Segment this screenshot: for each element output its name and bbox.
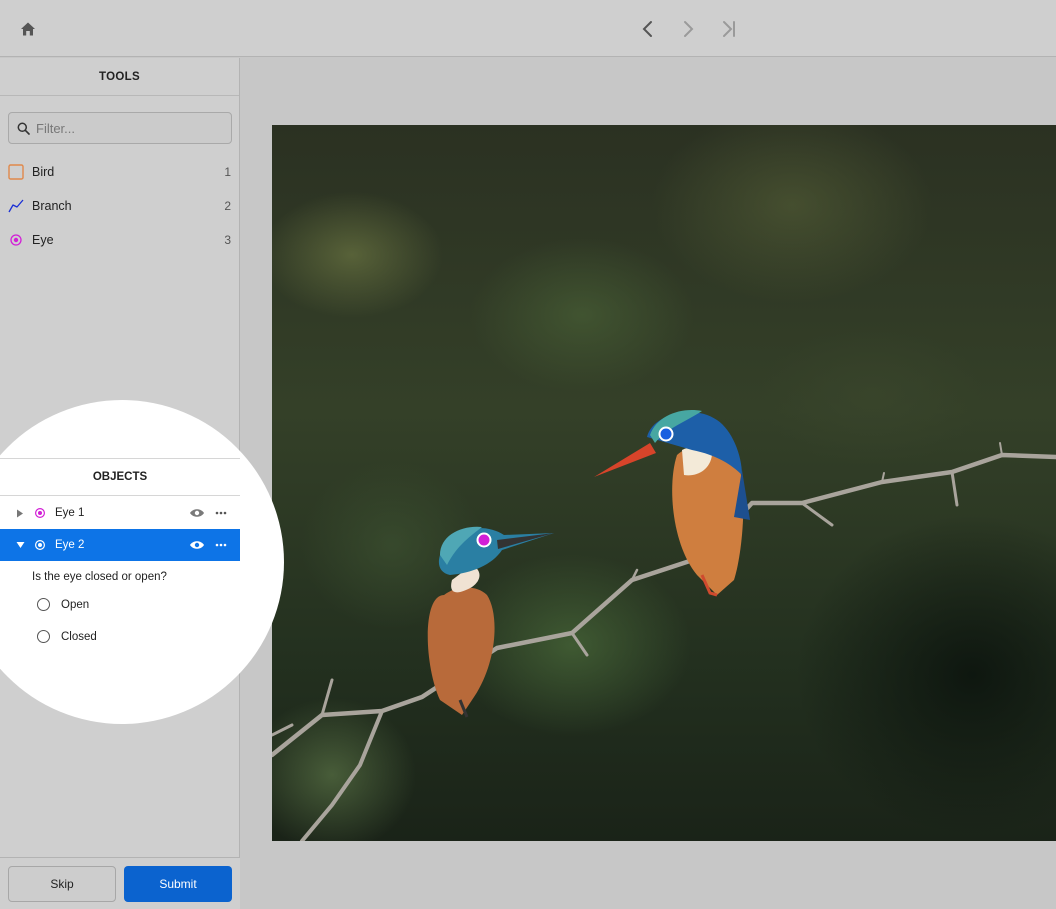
object-row-eye-2[interactable]: Eye 2 bbox=[0, 529, 240, 561]
tool-count: 2 bbox=[224, 199, 231, 213]
radio-button[interactable] bbox=[37, 630, 50, 643]
polyline-icon bbox=[8, 198, 24, 214]
tools-header: TOOLS bbox=[0, 58, 239, 96]
tool-item-eye[interactable]: Eye 3 bbox=[0, 223, 240, 257]
filter-input[interactable] bbox=[36, 120, 216, 136]
point-icon bbox=[34, 539, 46, 551]
more-options-icon[interactable] bbox=[214, 511, 228, 515]
eye-2-point[interactable] bbox=[658, 426, 674, 442]
caret-down-icon[interactable] bbox=[13, 541, 27, 549]
top-toolbar bbox=[0, 0, 1056, 57]
skip-to-end-icon bbox=[723, 21, 735, 37]
previous-button[interactable] bbox=[636, 17, 660, 41]
object-row-eye-1[interactable]: Eye 1 bbox=[0, 497, 240, 529]
tool-label: Eye bbox=[32, 233, 54, 247]
tool-list: Bird 1 Branch 2 Eye 3 bbox=[0, 155, 240, 257]
photo-image[interactable] bbox=[272, 125, 1056, 841]
tool-label: Bird bbox=[32, 165, 55, 179]
chevron-left-icon bbox=[642, 21, 652, 37]
radio-option-closed[interactable]: Closed bbox=[37, 630, 97, 643]
radio-option-open[interactable]: Open bbox=[37, 598, 89, 611]
eye-icon[interactable] bbox=[188, 508, 206, 518]
radio-button[interactable] bbox=[37, 598, 50, 611]
eye-icon[interactable] bbox=[188, 540, 206, 550]
objects-header: OBJECTS bbox=[0, 458, 240, 496]
tool-count: 1 bbox=[224, 165, 231, 179]
annotation-canvas[interactable] bbox=[241, 58, 1056, 909]
object-label: Eye 2 bbox=[55, 539, 85, 551]
filter-field[interactable] bbox=[8, 112, 232, 144]
search-icon bbox=[17, 122, 30, 135]
home-icon bbox=[21, 22, 35, 36]
bounding-box-icon bbox=[8, 164, 24, 180]
point-icon bbox=[34, 507, 46, 519]
object-label: Eye 1 bbox=[55, 507, 85, 519]
last-button[interactable] bbox=[716, 17, 740, 41]
skip-button[interactable]: Skip bbox=[8, 866, 116, 902]
tool-item-bird[interactable]: Bird 1 bbox=[0, 155, 240, 189]
caret-right-icon[interactable] bbox=[13, 509, 27, 518]
chevron-right-icon bbox=[684, 21, 694, 37]
radio-label: Closed bbox=[61, 630, 97, 643]
tool-count: 3 bbox=[224, 233, 231, 247]
footer-actions: Skip Submit bbox=[0, 857, 240, 909]
more-options-icon[interactable] bbox=[214, 543, 228, 547]
home-button[interactable] bbox=[16, 17, 40, 41]
submit-button[interactable]: Submit bbox=[124, 866, 232, 902]
eye-1-point[interactable] bbox=[476, 532, 492, 548]
next-button[interactable] bbox=[676, 17, 700, 41]
tool-label: Branch bbox=[32, 199, 72, 213]
radio-label: Open bbox=[61, 598, 90, 611]
tool-item-branch[interactable]: Branch 2 bbox=[0, 189, 240, 223]
attribute-question: Is the eye closed or open? bbox=[32, 571, 167, 583]
photo-scene bbox=[272, 410, 1056, 841]
point-icon bbox=[8, 232, 24, 248]
